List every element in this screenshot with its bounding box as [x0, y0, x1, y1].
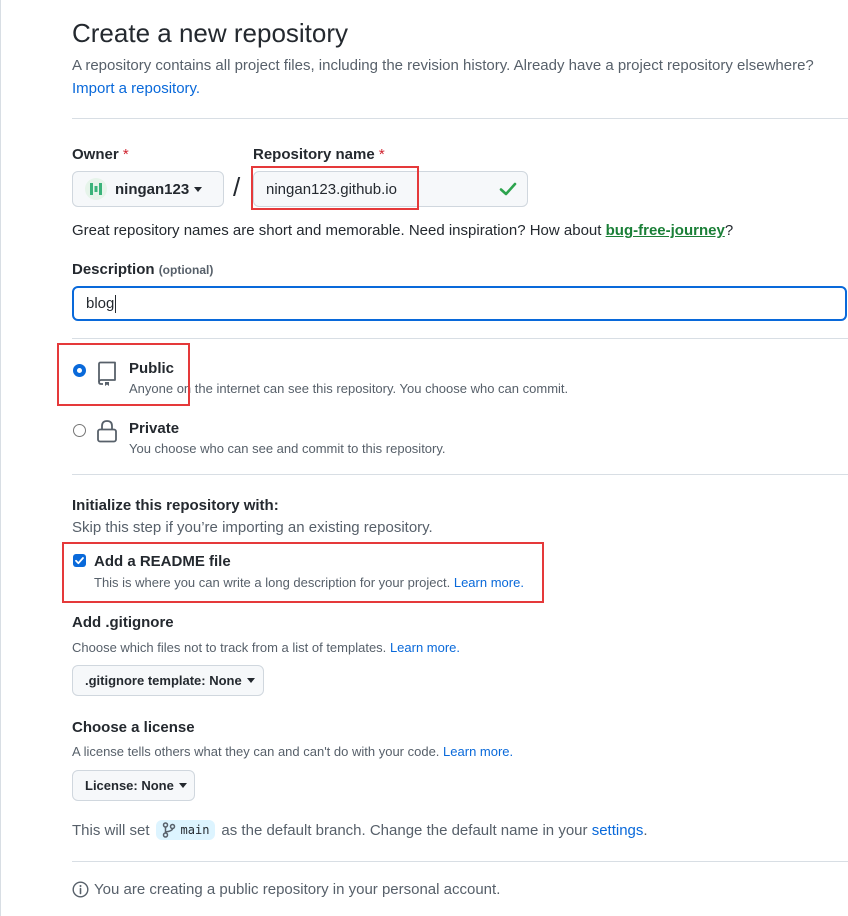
license-select[interactable]: License: None — [72, 770, 195, 801]
divider — [72, 474, 848, 475]
chevron-down-icon — [246, 678, 255, 683]
readme-desc: This is where you can write a long descr… — [94, 575, 524, 590]
branch-name: main — [180, 823, 210, 837]
branch-pill: main — [155, 820, 216, 840]
readme-checkbox[interactable] — [73, 554, 86, 567]
gitignore-template-select[interactable]: .gitignore template: None — [72, 665, 264, 696]
owner-label: Owner * — [72, 146, 129, 163]
page-title: Create a new repository — [72, 18, 349, 48]
lock-icon — [97, 420, 117, 443]
license-button-label: License: None — [85, 778, 174, 793]
gitignore-desc: Choose which files not to track from a l… — [72, 640, 461, 655]
settings-link[interactable]: settings — [592, 822, 644, 839]
private-radio[interactable] — [73, 424, 86, 437]
readme-learn-more-link[interactable]: Learn more. — [454, 575, 524, 590]
repo-name-input[interactable]: ningan123.github.io — [253, 171, 528, 207]
gitignore-button-label: .gitignore template: None — [85, 673, 242, 688]
text-cursor — [115, 294, 117, 313]
repo-icon — [98, 361, 116, 386]
public-radio[interactable] — [73, 364, 86, 377]
owner-repo-separator: / — [233, 172, 241, 202]
suggested-name-link[interactable]: bug-free-journey — [606, 222, 725, 239]
public-label: Public — [129, 360, 175, 377]
notice-text: You are creating a public repository in … — [94, 881, 501, 898]
git-branch-icon — [162, 822, 175, 838]
check-icon — [499, 182, 517, 196]
check-icon — [75, 557, 84, 565]
init-subtitle: Skip this step if you’re importing an ex… — [72, 519, 433, 536]
gitignore-title: Add .gitignore — [72, 614, 174, 631]
private-desc: You choose who can see and commit to thi… — [129, 441, 446, 456]
page-subtitle-text: A repository contains all project files,… — [72, 57, 814, 74]
divider — [72, 861, 848, 862]
default-branch-note: This will set main as the default branch… — [72, 820, 648, 840]
public-repo-notice: You are creating a public repository in … — [72, 881, 500, 898]
info-icon — [72, 881, 89, 898]
gitignore-learn-more-link[interactable]: Learn more. — [390, 640, 460, 655]
repo-name-label: Repository name * — [253, 146, 385, 163]
owner-value: ningan123 — [115, 180, 190, 198]
license-desc: A license tells others what they can and… — [72, 744, 514, 759]
owner-select[interactable]: ningan123 — [72, 171, 224, 207]
readme-label: Add a README file — [94, 553, 231, 570]
description-label: Description (optional) — [72, 261, 214, 278]
description-input[interactable]: blog — [72, 286, 847, 321]
license-title: Choose a license — [72, 719, 195, 736]
chevron-down-icon — [178, 783, 187, 788]
highlight-readme — [62, 542, 544, 603]
owner-avatar — [85, 178, 107, 200]
optional-tag: (optional) — [158, 263, 214, 277]
license-learn-more-link[interactable]: Learn more. — [443, 744, 513, 759]
init-title: Initialize this repository with: — [72, 497, 279, 514]
import-repo-link-wrap: Import a repository. — [72, 80, 200, 97]
import-repo-link[interactable]: Import a repository. — [72, 80, 200, 97]
repo-name-value: ningan123.github.io — [266, 180, 397, 198]
page-subtitle: A repository contains all project files,… — [72, 57, 814, 74]
private-label: Private — [129, 420, 180, 437]
left-border — [0, 0, 1, 916]
chevron-down-icon — [194, 186, 203, 192]
divider — [72, 338, 848, 339]
description-value: blog — [86, 295, 115, 312]
repo-name-hint: Great repository names are short and mem… — [72, 222, 734, 239]
public-desc: Anyone on the internet can see this repo… — [129, 381, 569, 396]
divider — [72, 118, 848, 119]
